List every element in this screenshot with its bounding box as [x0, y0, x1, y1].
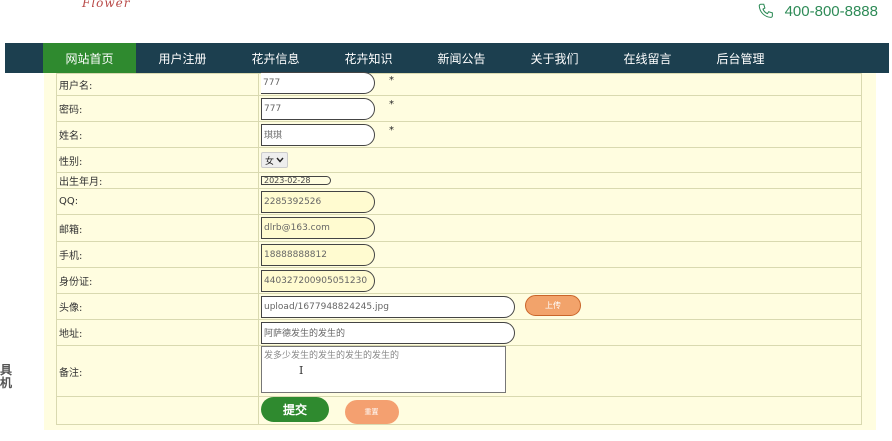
top-bar: Flower 400-800-8888 [0, 0, 892, 40]
row-idcard: 身份证: 440327200905051230 [56, 267, 862, 294]
remark-textarea[interactable]: 发多少发生的发生的发生的发生的 [261, 346, 506, 393]
email-label: 邮箱: [56, 214, 259, 242]
password-label: 密码: [56, 95, 259, 122]
nav-admin[interactable]: 后台管理 [694, 43, 787, 73]
row-username: 用户名: 777 * [56, 72, 862, 96]
gender-label: 性别: [56, 147, 259, 173]
nav-about[interactable]: 关于我们 [508, 43, 601, 73]
row-password: 密码: 777 * [56, 95, 862, 122]
address-input[interactable]: 阿萨德发生的发生的 [261, 321, 515, 344]
row-phone: 手机: 18888888812 [56, 241, 862, 268]
email-input[interactable]: dlrb@163.com [261, 217, 375, 239]
site-logo[interactable]: Flower [82, 0, 131, 10]
phone-icon [758, 3, 773, 18]
nav-register[interactable]: 用户注册 [136, 43, 229, 73]
realname-required: * [389, 125, 394, 136]
password-input[interactable]: 777 [261, 97, 375, 120]
realname-input[interactable]: 琪琪 [261, 123, 375, 146]
text-cursor-icon: I [299, 364, 304, 377]
row-remark: 备注: 发多少发生的发生的发生的发生的 [56, 345, 862, 397]
address-label: 地址: [56, 319, 259, 346]
row-address: 地址: 阿萨德发生的发生的 [56, 319, 862, 346]
phone-input[interactable]: 18888888812 [261, 243, 375, 266]
phone-number: 400-800-8888 [784, 2, 878, 20]
side-glyph: 具 机 [0, 363, 13, 390]
nav-news[interactable]: 新闻公告 [415, 43, 508, 73]
qq-label: QQ: [56, 188, 259, 215]
realname-label: 姓名: [56, 121, 259, 148]
username-label: 用户名: [56, 73, 259, 96]
username-required: * [389, 75, 394, 86]
row-actions: 提交 重置 [56, 396, 862, 425]
upload-button[interactable]: 上传 [525, 295, 581, 316]
birthdate-label: 出生年月: [56, 172, 259, 189]
username-input[interactable]: 777 [261, 72, 375, 94]
nav-flower-knowledge[interactable]: 花卉知识 [322, 43, 415, 73]
row-realname: 姓名: 琪琪 * [56, 121, 862, 148]
gender-select[interactable]: 女 [261, 152, 289, 168]
remark-label: 备注: [56, 345, 259, 397]
row-birthdate: 出生年月: 2023-02-28 [56, 172, 862, 189]
nav-messages[interactable]: 在线留言 [601, 43, 694, 73]
nav-home[interactable]: 网站首页 [43, 43, 136, 73]
phone-contact: 400-800-8888 [757, 0, 878, 22]
password-required: * [389, 99, 394, 110]
row-qq: QQ: 2285392526 [56, 188, 862, 215]
avatar-path-input[interactable]: upload/1677948824245.jpg [261, 295, 515, 318]
row-avatar: 头像: upload/1677948824245.jpg 上传 [56, 293, 862, 320]
idcard-input[interactable]: 440327200905051230 [261, 269, 375, 292]
avatar-label: 头像: [56, 293, 259, 320]
reset-button[interactable]: 重置 [344, 400, 399, 424]
registration-form: 用户名: 777 * 密码: 777 * 姓名: 琪琪 * 性别: 女 出生年月… [44, 72, 876, 430]
row-email: 邮箱: dlrb@163.com [56, 214, 862, 242]
submit-button[interactable]: 提交 [261, 397, 329, 422]
chevron-down-icon [276, 157, 284, 163]
row-gender: 性别: 女 [56, 147, 862, 173]
nav-flower-info[interactable]: 花卉信息 [229, 43, 322, 73]
phone-label: 手机: [56, 241, 259, 268]
form-table: 用户名: 777 * 密码: 777 * 姓名: 琪琪 * 性别: 女 出生年月… [56, 72, 862, 425]
idcard-label: 身份证: [56, 267, 259, 294]
birthdate-input[interactable]: 2023-02-28 [261, 176, 331, 185]
qq-input[interactable]: 2285392526 [261, 190, 375, 213]
gender-value: 女 [265, 156, 275, 167]
main-nav: 网站首页 用户注册 花卉信息 花卉知识 新闻公告 关于我们 在线留言 后台管理 [5, 43, 889, 73]
